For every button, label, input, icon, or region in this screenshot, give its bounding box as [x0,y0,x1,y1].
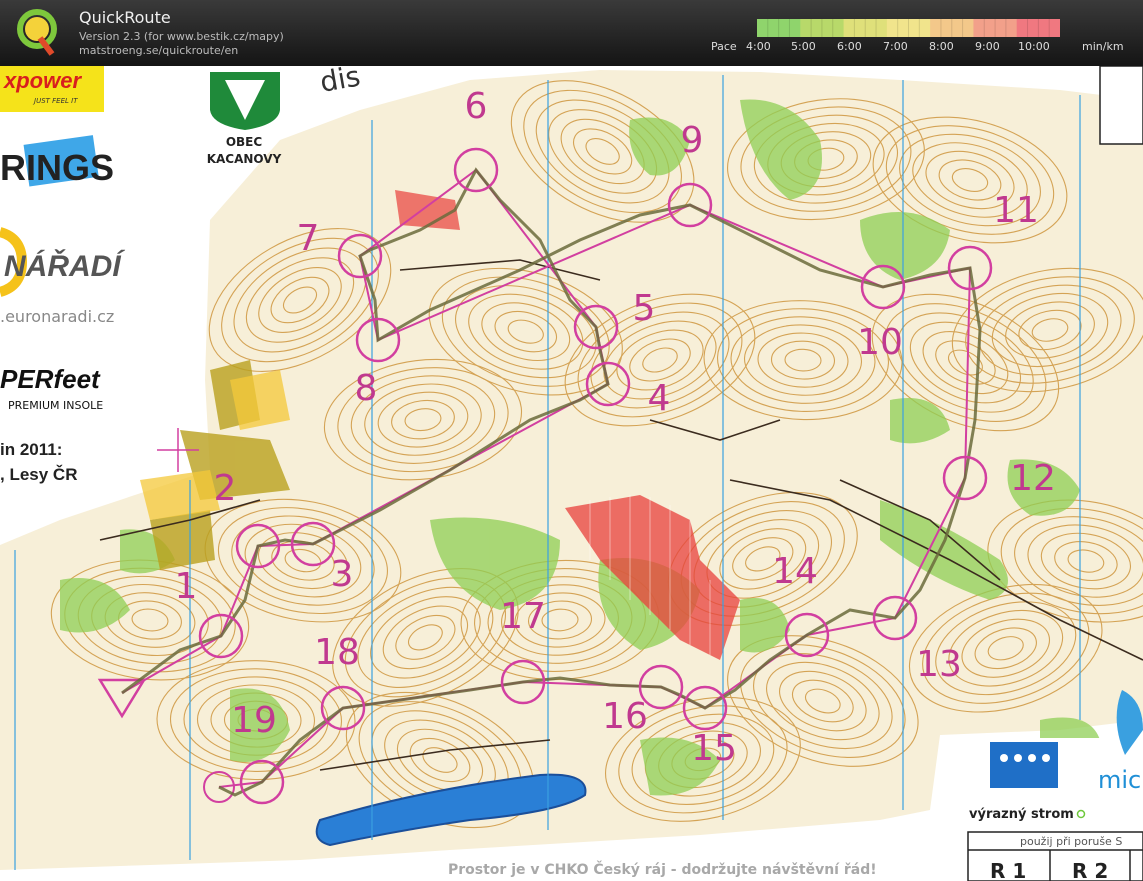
pace-tick: 9:00 [975,40,1000,53]
pace-label: Pace [711,40,737,53]
control-number: 16 [602,696,648,737]
control-number: 17 [500,596,546,637]
sponsor-perfeet: PERfeet [0,364,101,394]
control-number: 18 [314,632,360,673]
box-header: použij při poruše S [1020,835,1122,848]
pace-unit: min/km [1082,40,1124,53]
obec-line1: OBEC [226,135,263,149]
obec-kacanovy-emblem: OBEC KACANOVY [207,72,282,166]
orienteering-map[interactable]: 12345678910111213141516171819 OBEC KACAN… [0,66,1143,881]
app-url: matstroeng.se/quickroute/en [79,44,239,57]
control-number: 6 [465,86,488,127]
box-r1: R 1 [990,859,1026,881]
sponsor-xpower: xpower [3,68,82,93]
app-title: QuickRoute [79,8,171,27]
partners-line1: in 2011: [0,440,62,459]
quickroute-logo-icon [17,9,57,56]
control-number: 8 [355,368,378,409]
sponsor-xpower-tag: JUST FEEL IT [32,97,78,105]
footer-notice: Prostor je v CHKO Český ráj - dodržujte … [448,860,877,878]
pace-tick: 10:00 [1018,40,1050,53]
control-number: 15 [691,728,737,769]
pace-tick: 4:00 [746,40,771,53]
control-number: 10 [857,322,903,363]
control-number: 9 [681,120,704,161]
control-number: 1 [175,566,198,607]
sponsor-euronaradi: .euronaradi.cz [0,307,114,326]
pace-tick: 5:00 [791,40,816,53]
legend-tree: výrazný strom [969,807,1074,822]
box-r2: R 2 [1072,859,1108,881]
control-number: 3 [331,554,354,595]
sponsor-rings: RINGS [0,147,114,188]
control-number: 13 [916,644,962,685]
sponsor-naradi: NÁŘADÍ [4,249,125,283]
app-header: QuickRoute Version 2.3 (for www.bestik.c… [0,0,1143,66]
pace-tick: 6:00 [837,40,862,53]
control-number: 2 [214,468,237,509]
pace-color-scale [757,19,1060,37]
legend-mic: mic [1098,766,1141,794]
control-number: 19 [231,700,277,741]
control-number: 4 [648,378,671,419]
control-number: 12 [1010,458,1056,499]
pace-tick: 7:00 [883,40,908,53]
control-number: 11 [993,190,1039,231]
obec-line2: KACANOVY [207,152,282,166]
partners-line2: , Lesy ČR [0,465,77,484]
control-number: 5 [633,288,656,329]
control-number: 7 [297,218,320,259]
sponsor-premium: PREMIUM INSOLE [8,399,103,412]
app-version: Version 2.3 (for www.bestik.cz/mapy) [79,30,284,43]
control-number: 14 [772,551,818,592]
pace-tick: 8:00 [929,40,954,53]
